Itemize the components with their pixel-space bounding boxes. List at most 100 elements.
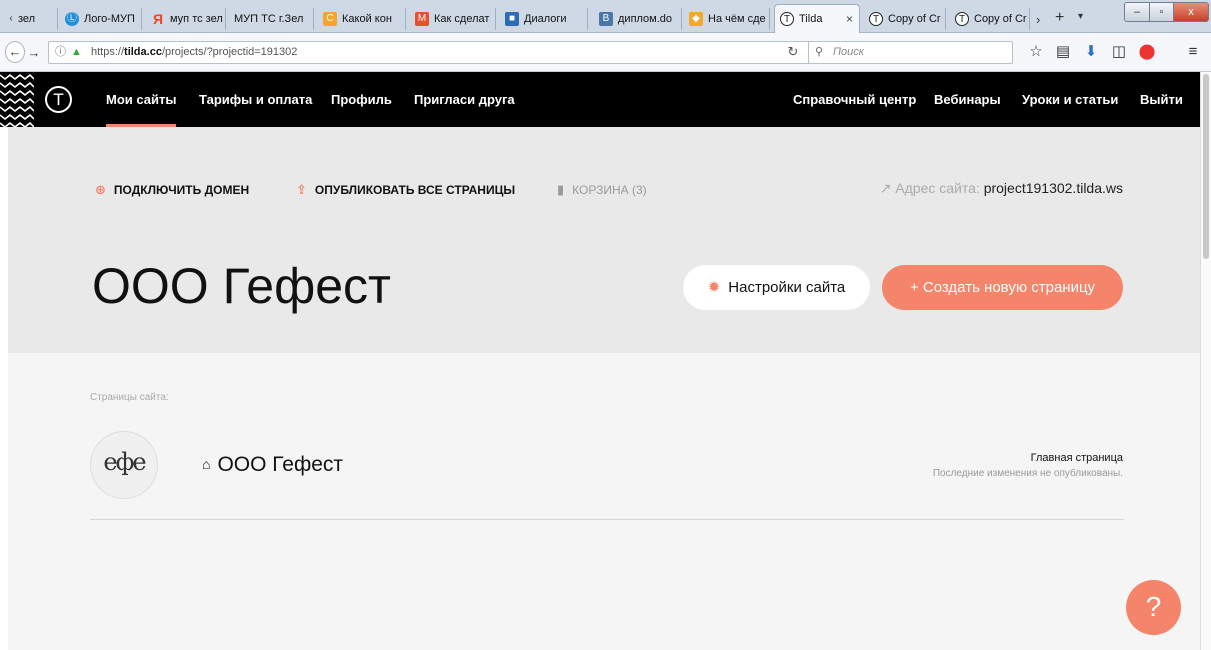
chat-favicon-icon: ■ <box>505 12 519 26</box>
nav-profile[interactable]: Профиль <box>331 72 392 127</box>
browser-tab-label: На чём сде <box>708 13 766 25</box>
url-host: tilda.cc <box>124 46 162 58</box>
trash-icon: ▮ <box>557 182 565 197</box>
browser-tab-label: зел <box>18 13 36 25</box>
mail-favicon-icon: M <box>415 12 429 26</box>
browser-tab-3[interactable]: МУП ТС г.Зел <box>228 8 314 30</box>
browser-tab-2[interactable]: Я муп тс зел <box>146 8 226 30</box>
globe-icon: ⊕ <box>95 182 106 197</box>
tilda-favicon-icon: T <box>955 12 969 26</box>
help-button[interactable]: ? <box>1126 580 1181 635</box>
bookmark-star-icon[interactable]: ☆ <box>1025 41 1047 63</box>
lock-icon: ▲ <box>71 46 82 58</box>
page-scrollbar[interactable] <box>1200 72 1211 650</box>
download-icon[interactable]: ⬇ <box>1080 41 1102 63</box>
forward-arrow-icon[interactable]: → <box>26 41 42 65</box>
zigzag-decoration-icon <box>0 73 34 127</box>
browser-tab-label: Copy of Cr <box>888 13 941 25</box>
site-nav-bar: T Мои сайты Тарифы и оплата Профиль Приг… <box>0 72 1200 127</box>
project-title: ООО Гефест <box>92 258 391 314</box>
globe-favicon-icon: Ⓛ <box>65 12 79 26</box>
nav-logout[interactable]: Выйти <box>1140 72 1183 127</box>
nav-tariffs[interactable]: Тарифы и оплата <box>199 72 312 127</box>
adblock-icon[interactable]: ⬤ <box>1136 41 1158 63</box>
gear-icon: ✹ <box>707 279 721 296</box>
browser-tab-label: Диалоги <box>524 13 567 25</box>
page-type: Главная страница <box>1030 452 1123 464</box>
browser-tab-label: муп тс зел <box>170 13 223 25</box>
project-header: ⊕ Подключить домен ⇪ Опубликовать все стра… <box>8 127 1200 353</box>
reload-icon[interactable]: ↻ <box>782 41 804 63</box>
search-icon: ⚲ <box>815 46 824 58</box>
publish-all-button[interactable]: ⇪ Опубликовать все страницы <box>296 182 515 198</box>
browser-nav-bar: ← → ⓘ ▲ https://tilda.cc/projects/?proje… <box>0 33 1211 72</box>
browser-tab-1[interactable]: Ⓛ Лого-МУП <box>60 8 142 30</box>
browser-tab-label: Copy of Cr <box>974 13 1027 25</box>
upload-icon: ⇪ <box>296 182 307 197</box>
yandex-favicon-icon: Я <box>152 11 164 27</box>
tab-close-icon[interactable]: × <box>846 5 853 33</box>
connect-domain-button[interactable]: ⊕ Подключить домен <box>95 182 249 198</box>
nav-invite-friend[interactable]: Пригласи друга <box>414 72 515 127</box>
info-icon[interactable]: ⓘ <box>55 42 66 63</box>
site-address-label: Адрес сайта: <box>895 180 980 196</box>
dots-favicon-icon: ◆ <box>689 12 703 26</box>
scrollbar-thumb[interactable] <box>1203 74 1209 259</box>
tilda-logo-icon[interactable]: T <box>45 86 72 113</box>
new-tab-icon[interactable]: + <box>1055 9 1064 27</box>
browser-tab-label: Tilda <box>799 13 823 25</box>
connect-domain-label: Подключить домен <box>113 183 250 197</box>
browser-tab-8[interactable]: ◆ На чём сде <box>684 8 770 30</box>
bookmarks-list-icon[interactable]: ▤ <box>1052 41 1074 63</box>
tilda-favicon-icon: T <box>780 12 794 26</box>
browser-tab-0[interactable]: ‹ зел <box>2 8 58 30</box>
browser-tab-11[interactable]: T Copy of Cr <box>950 8 1030 30</box>
nav-webinars[interactable]: Вебинары <box>934 72 1001 127</box>
url-prefix: https:// <box>91 46 125 58</box>
browser-tab-10[interactable]: T Copy of Cr <box>864 8 946 30</box>
nav-my-sites[interactable]: Мои сайты <box>106 72 177 127</box>
page-meta: Главная страница Последние изменения не … <box>933 452 1123 479</box>
browser-tab-active[interactable]: T Tilda × <box>774 4 860 33</box>
page-thumbnail[interactable]: ефе <box>90 431 158 499</box>
pages-section: Страницы сайта: ефе ⌂ ООО Гефест Главная … <box>8 353 1200 650</box>
url-bar[interactable]: ⓘ ▲ https://tilda.cc/projects/?projectid… <box>48 41 840 64</box>
browser-tab-6[interactable]: ■ Диалоги <box>500 8 588 30</box>
pages-section-label: Страницы сайта: <box>90 392 169 403</box>
window-minimize-icon[interactable]: – <box>1124 2 1150 22</box>
list-divider <box>90 519 1124 520</box>
publish-all-label: Опубликовать все страницы <box>314 183 516 197</box>
browser-tab-bar: ‹ зел Ⓛ Лого-МУП Я муп тс зел МУП ТС г.З… <box>0 0 1211 33</box>
site-settings-button[interactable]: ✹ Настройки сайта <box>683 265 870 310</box>
page-status: Последние изменения не опубликованы. <box>932 468 1123 479</box>
site-address-value: project191302.tilda.ws <box>983 180 1123 196</box>
search-placeholder: Поиск <box>833 46 864 58</box>
page-title-text: ООО Гефест <box>217 453 344 476</box>
site-address[interactable]: ↗ Адрес сайта: project191302.tilda.ws <box>880 180 1123 197</box>
menu-hamburger-icon[interactable]: ≡ <box>1182 41 1204 63</box>
nav-help-center[interactable]: Справочный центр <box>793 72 916 127</box>
pocket-icon[interactable]: ◫ <box>1108 41 1130 63</box>
create-page-button[interactable]: + Создать новую страницу <box>882 265 1123 310</box>
nav-lessons[interactable]: Уроки и статьи <box>1022 72 1118 127</box>
browser-tab-label: МУП ТС г.Зел <box>234 13 304 25</box>
search-input[interactable]: ⚲ Поиск <box>808 41 1013 64</box>
site-settings-label: Настройки сайта <box>728 279 846 296</box>
tab-scroll-left-icon[interactable]: ‹ <box>4 12 18 26</box>
browser-tab-7[interactable]: B диплом.do <box>594 8 682 30</box>
window-close-icon[interactable]: x <box>1173 2 1209 22</box>
smile-favicon-icon: C <box>323 12 337 26</box>
page-title-link[interactable]: ⌂ ООО Гефест <box>202 453 343 477</box>
browser-tab-5[interactable]: M Как сделат <box>410 8 496 30</box>
tilda-favicon-icon: T <box>869 12 883 26</box>
vk-favicon-icon: B <box>599 12 613 26</box>
tab-list-chevron-icon[interactable]: ▾ <box>1078 11 1083 22</box>
trash-button[interactable]: ▮ Корзина (3) <box>557 182 647 198</box>
window-maximize-icon[interactable]: ▫ <box>1149 2 1174 22</box>
back-arrow-icon[interactable]: ← <box>5 41 25 63</box>
browser-tab-label: Какой кон <box>342 13 392 25</box>
browser-tab-label: Как сделат <box>434 13 490 25</box>
browser-tab-4[interactable]: C Какой кон <box>318 8 406 30</box>
tab-scroll-right-icon[interactable]: › <box>1036 12 1040 27</box>
external-link-icon: ↗ <box>879 180 892 196</box>
